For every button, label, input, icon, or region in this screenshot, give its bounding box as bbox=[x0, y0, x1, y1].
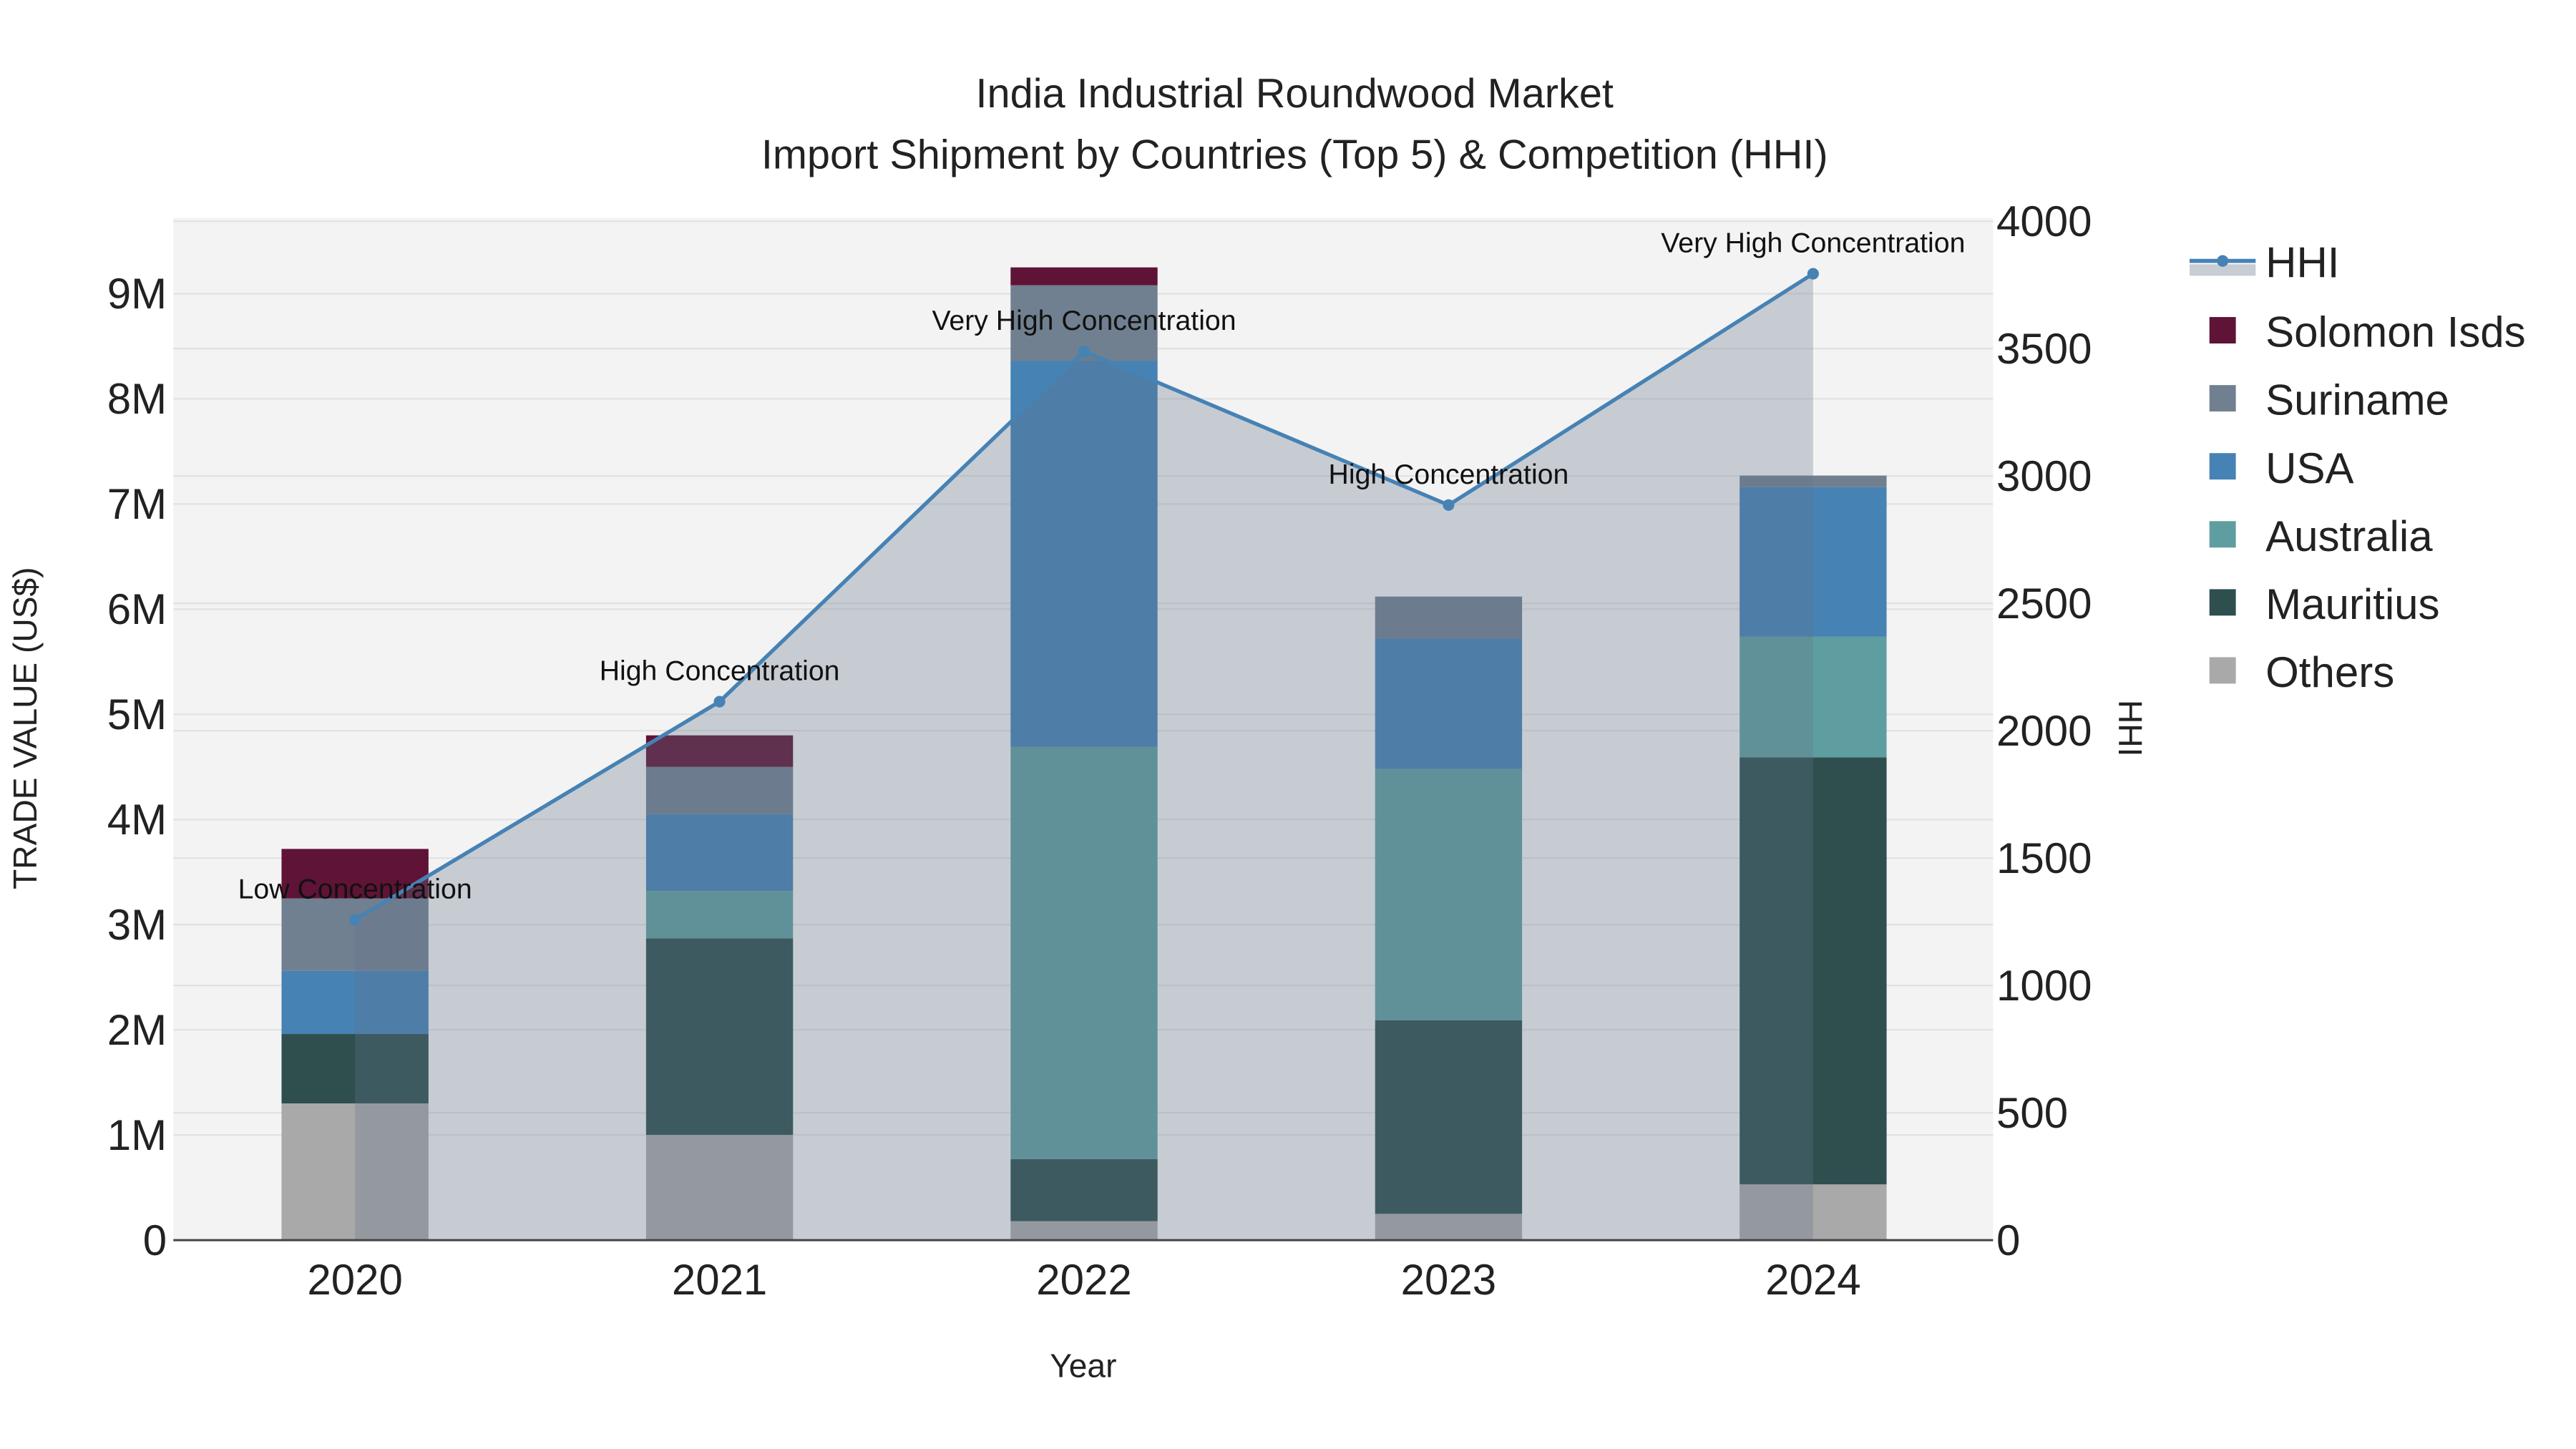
y-tick-label: 1M bbox=[107, 1111, 167, 1159]
y-tick-label: 7M bbox=[107, 480, 167, 528]
y-tick-label: 3M bbox=[107, 901, 167, 949]
y2-tick-label: 0 bbox=[1996, 1216, 2020, 1264]
hhi-annotation: Low Concentration bbox=[238, 873, 472, 904]
hhi-point-2022 bbox=[1078, 346, 1091, 358]
y-tick-label: 8M bbox=[107, 375, 167, 423]
legend-swatch-mauritius bbox=[2209, 589, 2236, 616]
hhi-point-2024 bbox=[1807, 268, 1819, 280]
hhi-point-2020 bbox=[349, 914, 361, 926]
hhi-annotation: Very High Concentration bbox=[932, 305, 1236, 336]
y2-tick-label: 2000 bbox=[1996, 707, 2092, 755]
legend-swatch-solomon-isds bbox=[2209, 317, 2236, 343]
y-tick-label: 4M bbox=[107, 796, 167, 844]
y2-tick-label: 500 bbox=[1996, 1089, 2068, 1137]
y-axis-title: TRADE VALUE (US$) bbox=[6, 567, 44, 889]
y-tick-label: 5M bbox=[107, 691, 167, 738]
legend-label-solomon-isds: Solomon Isds bbox=[2265, 308, 2526, 356]
hhi-annotation: Very High Concentration bbox=[1661, 228, 1965, 259]
bar-solomon-isds-2022 bbox=[1010, 267, 1158, 286]
x-tick-label: 2021 bbox=[672, 1256, 767, 1304]
legend-label-australia: Australia bbox=[2265, 512, 2433, 560]
y2-tick-label: 3500 bbox=[1996, 325, 2092, 373]
y2-tick-label: 3000 bbox=[1996, 452, 2092, 500]
y-tick-label: 6M bbox=[107, 585, 167, 633]
hhi-annotation: High Concentration bbox=[600, 655, 840, 687]
y2-tick-label: 4000 bbox=[1996, 197, 2092, 245]
legend-label-others: Others bbox=[2265, 648, 2394, 696]
y2-axis-title: HHI bbox=[2112, 700, 2149, 756]
legend-label-mauritius: Mauritius bbox=[2265, 580, 2439, 628]
chart-subtitle: Import Shipment by Countries (Top 5) & C… bbox=[761, 132, 1828, 177]
chart-title: India Industrial Roundwood Market bbox=[976, 71, 1614, 117]
legend-swatch-australia bbox=[2209, 521, 2236, 548]
legend-label-suriname: Suriname bbox=[2265, 376, 2449, 424]
hhi-point-2023 bbox=[1443, 499, 1455, 511]
y-tick-label: 9M bbox=[107, 270, 167, 318]
legend-hhi-marker bbox=[2217, 255, 2229, 267]
y-tick-label: 2M bbox=[107, 1006, 167, 1054]
legend-label-hhi: HHI bbox=[2265, 239, 2339, 287]
chart: Low Concentration High Concentration Very … bbox=[6, 71, 2526, 1385]
x-tick-label: 2022 bbox=[1036, 1256, 1131, 1304]
x-axis-title: Year bbox=[1050, 1347, 1116, 1385]
legend-swatch-usa bbox=[2209, 453, 2236, 480]
x-tick-label: 2020 bbox=[307, 1256, 402, 1304]
legend-swatch-suriname bbox=[2209, 385, 2236, 412]
legend: HHI Solomon Isds Suriname USA Australia Mauri… bbox=[2189, 239, 2526, 696]
y2-tick-label: 1500 bbox=[1996, 834, 2092, 882]
legend-label-usa: USA bbox=[2265, 444, 2353, 492]
hhi-point-2021 bbox=[713, 696, 726, 708]
y2-tick-label: 1000 bbox=[1996, 962, 2092, 1010]
y2-tick-label: 2500 bbox=[1996, 580, 2092, 628]
legend-swatch-others bbox=[2209, 657, 2236, 684]
x-tick-label: 2024 bbox=[1765, 1256, 1860, 1304]
hhi-annotation: High Concentration bbox=[1329, 459, 1569, 490]
x-tick-label: 2023 bbox=[1401, 1256, 1496, 1304]
y-tick-label: 0 bbox=[143, 1216, 167, 1264]
